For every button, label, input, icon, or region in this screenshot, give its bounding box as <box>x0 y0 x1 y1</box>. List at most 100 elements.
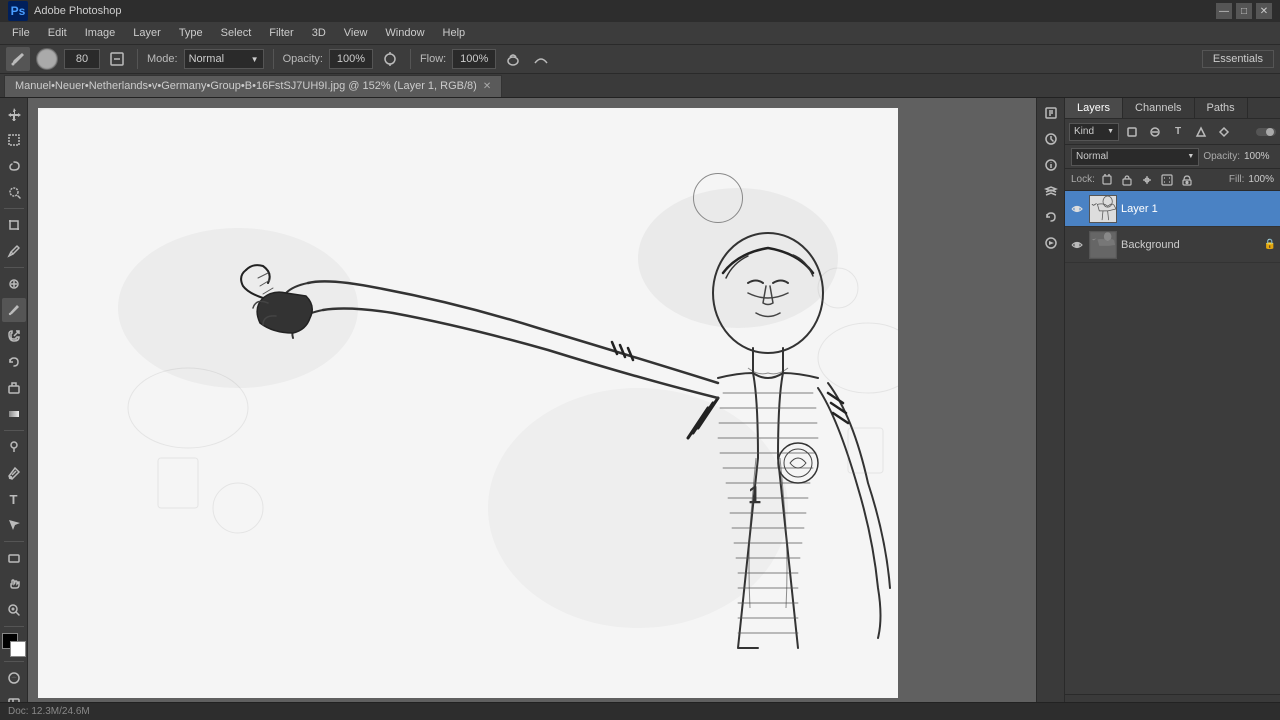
eyedropper-tool[interactable] <box>2 239 26 263</box>
canvas-area[interactable]: 1 <box>28 98 1036 720</box>
maximize-button[interactable]: □ <box>1236 3 1252 19</box>
ps-logo: Ps <box>8 1 28 21</box>
layers-icon[interactable] <box>1040 180 1062 202</box>
menu-edit[interactable]: Edit <box>40 25 75 41</box>
lasso-tool[interactable] <box>2 154 26 178</box>
layers-list: Layer 1 <box>1065 191 1280 694</box>
background-visibility-icon[interactable] <box>1069 237 1085 253</box>
adjustments-icon[interactable] <box>1040 128 1062 150</box>
airbrush-icon[interactable] <box>379 48 401 70</box>
menu-file[interactable]: File <box>4 25 38 41</box>
pen-tool[interactable] <box>2 461 26 485</box>
tablet-pressure-icon[interactable] <box>502 48 524 70</box>
actions-icon[interactable] <box>1040 232 1062 254</box>
opacity-label: Opacity: <box>283 53 323 65</box>
gradient-tool[interactable] <box>2 402 26 426</box>
crop-tool[interactable] <box>2 213 26 237</box>
opacity-label: Opacity: <box>1203 151 1240 162</box>
info-icon[interactable] <box>1040 154 1062 176</box>
mode-dropdown[interactable]: Normal ▼ <box>184 49 264 69</box>
filter-toggle[interactable] <box>1256 122 1276 142</box>
document-tab[interactable]: Manuel•Neuer•Netherlands•v•Germany•Group… <box>4 75 502 97</box>
brush-tool[interactable] <box>2 298 26 322</box>
titlebar-left: Ps Adobe Photoshop <box>8 1 121 21</box>
lock-artboard-btn[interactable] <box>1159 172 1175 188</box>
zoom-tool[interactable] <box>2 598 26 622</box>
layer1-visibility-icon[interactable] <box>1069 201 1085 217</box>
clone-stamp-tool[interactable] <box>2 324 26 348</box>
layer1-name: Layer 1 <box>1121 203 1276 215</box>
doc-tab-title: Manuel•Neuer•Netherlands•v•Germany•Group… <box>15 80 477 92</box>
healing-brush-tool[interactable] <box>2 272 26 296</box>
sketch-svg: 1 <box>38 108 898 698</box>
menu-image[interactable]: Image <box>77 25 124 41</box>
flow-input[interactable]: 100% <box>452 49 496 69</box>
status-text: Doc: 12.3M/24.6M <box>8 706 90 717</box>
layer-item-layer1[interactable]: Layer 1 <box>1065 191 1280 227</box>
tab-layers[interactable]: Layers <box>1065 98 1123 118</box>
menu-view[interactable]: View <box>336 25 376 41</box>
svg-text:1: 1 <box>748 482 761 509</box>
lock-transparency-btn[interactable] <box>1099 172 1115 188</box>
titlebar-controls: — □ ✕ <box>1216 3 1272 19</box>
smoothing-icon[interactable] <box>530 48 552 70</box>
menu-3d[interactable]: 3D <box>304 25 334 41</box>
brush-mode-icon1[interactable] <box>106 48 128 70</box>
text-tool[interactable]: T <box>2 487 26 511</box>
background-color[interactable] <box>10 641 26 657</box>
pixel-filter-icon[interactable] <box>1122 122 1142 142</box>
layer-item-background[interactable]: Background 🔒 <box>1065 227 1280 263</box>
history-brush-tool[interactable] <box>2 350 26 374</box>
background-lock-icon: 🔒 <box>1264 239 1276 250</box>
menu-help[interactable]: Help <box>435 25 474 41</box>
history-icon[interactable] <box>1040 206 1062 228</box>
opacity-value[interactable]: 100% <box>1244 151 1274 162</box>
menu-window[interactable]: Window <box>377 25 432 41</box>
quick-select-tool[interactable] <box>2 180 26 204</box>
quick-mask-tool[interactable] <box>2 666 26 690</box>
smart-filter-icon[interactable] <box>1214 122 1234 142</box>
move-tool[interactable] <box>2 102 26 126</box>
properties-icon[interactable] <box>1040 102 1062 124</box>
brush-size-input[interactable]: 80 <box>64 49 100 69</box>
statusbar: Doc: 12.3M/24.6M <box>0 702 1280 720</box>
right-side-panel <box>1036 98 1064 720</box>
dodge-tool[interactable] <box>2 435 26 459</box>
minimize-button[interactable]: — <box>1216 3 1232 19</box>
brush-tool-icon[interactable] <box>6 47 30 71</box>
menubar: File Edit Image Layer Type Select Filter… <box>0 22 1280 44</box>
color-swatches[interactable] <box>2 633 26 657</box>
hand-tool[interactable] <box>2 572 26 596</box>
tab-paths[interactable]: Paths <box>1195 98 1248 118</box>
path-selection-tool[interactable] <box>2 513 26 537</box>
close-button[interactable]: ✕ <box>1256 3 1272 19</box>
menu-type[interactable]: Type <box>171 25 211 41</box>
left-toolbar: T <box>0 98 28 720</box>
options-bar: 80 Mode: Normal ▼ Opacity: 100% Flow: 10… <box>0 44 1280 74</box>
blend-mode-dropdown[interactable]: Normal ▼ <box>1071 148 1199 166</box>
lock-position-btn[interactable] <box>1139 172 1155 188</box>
doc-tab-close-icon[interactable]: ✕ <box>483 81 491 92</box>
menu-select[interactable]: Select <box>213 25 260 41</box>
background-thumbnail <box>1089 231 1117 259</box>
kind-dropdown[interactable]: Kind ▼ <box>1069 123 1119 141</box>
mode-label: Mode: <box>147 53 178 65</box>
shape-tool[interactable] <box>2 546 26 570</box>
shape-filter-icon[interactable] <box>1191 122 1211 142</box>
lock-label: Lock: <box>1071 174 1095 185</box>
opacity-input[interactable]: 100% <box>329 49 373 69</box>
menu-filter[interactable]: Filter <box>261 25 301 41</box>
eraser-tool[interactable] <box>2 376 26 400</box>
adjustment-filter-icon[interactable] <box>1145 122 1165 142</box>
marquee-tool[interactable] <box>2 128 26 152</box>
lock-image-btn[interactable] <box>1119 172 1135 188</box>
blend-opacity-row: Normal ▼ Opacity: 100% <box>1065 145 1280 169</box>
menu-layer[interactable]: Layer <box>125 25 169 41</box>
brush-preview[interactable] <box>36 48 58 70</box>
essentials-button[interactable]: Essentials <box>1202 50 1274 68</box>
layers-filter-toolbar: Kind ▼ T <box>1065 119 1280 145</box>
type-filter-icon[interactable]: T <box>1168 122 1188 142</box>
fill-value[interactable]: 100% <box>1248 174 1274 185</box>
tab-channels[interactable]: Channels <box>1123 98 1194 118</box>
lock-all-btn[interactable] <box>1179 172 1195 188</box>
